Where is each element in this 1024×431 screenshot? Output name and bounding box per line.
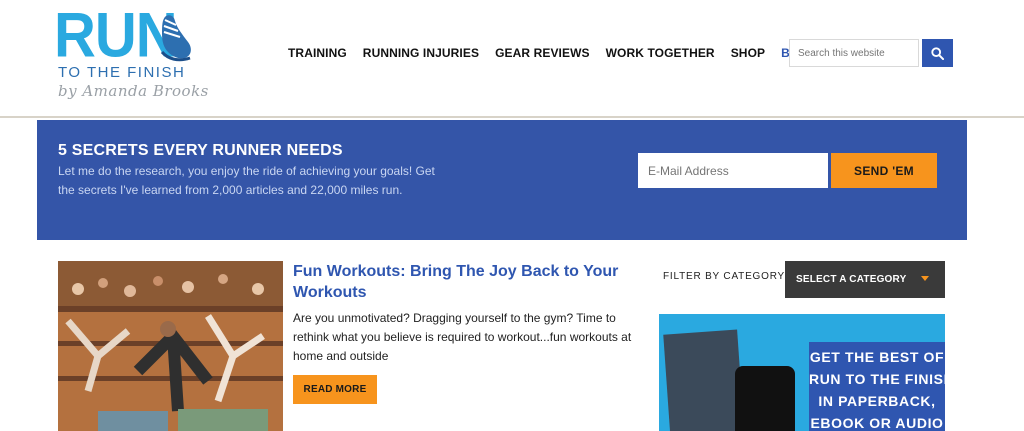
read-more-button[interactable]: READ MORE — [293, 375, 377, 404]
post-excerpt: Are you unmotivated? Dragging yourself t… — [293, 311, 632, 363]
category-select[interactable]: SELECT A CATEGORY — [785, 261, 945, 298]
nav-item-running-injuries[interactable]: RUNNING INJURIES — [363, 46, 479, 60]
ad-line: RUN TO THE FINISH — [809, 371, 945, 387]
banner-text: Let me do the research, you enjoy the ri… — [58, 164, 435, 197]
nav-item-training[interactable]: TRAINING — [288, 46, 347, 60]
running-shoe-icon — [160, 15, 191, 62]
nav-item-shop[interactable]: SHOP — [731, 46, 765, 60]
logo-subtitle: TO THE FINISH — [58, 64, 186, 81]
logo-byline: by Amanda Brooks — [58, 82, 209, 100]
ad-line: GET THE BEST OF — [809, 349, 945, 365]
send-button[interactable]: SEND 'EM — [831, 153, 937, 188]
site-header: RUN TO THE FINISH by Amanda Brooks TRAIN… — [0, 0, 1024, 118]
book-cover-image — [663, 329, 745, 431]
caret-down-icon — [921, 276, 929, 281]
yoga-class-photo — [58, 261, 283, 431]
email-field[interactable] — [638, 153, 828, 188]
nav-item-work-together[interactable]: WORK TOGETHER — [606, 46, 715, 60]
search-icon — [931, 46, 944, 60]
filter-label: FILTER BY CATEGORY — [663, 271, 786, 282]
ad-line: EBOOK OR AUDIO — [810, 415, 944, 431]
category-select-value: SELECT A CATEGORY — [796, 274, 907, 285]
site-logo[interactable]: RUN TO THE FINISH by Amanda Brooks — [52, 3, 208, 106]
ad-text-block: GET THE BEST OF RUN TO THE FINISH IN PAP… — [809, 342, 945, 431]
post-title[interactable]: Fun Workouts: Bring The Joy Back to Your… — [293, 261, 623, 303]
main-nav: TRAINING RUNNING INJURIES GEAR REVIEWS W… — [288, 46, 816, 60]
post-thumbnail[interactable] — [58, 261, 283, 431]
nav-item-gear-reviews[interactable]: GEAR REVIEWS — [495, 46, 590, 60]
search-input[interactable] — [789, 39, 919, 67]
banner-title: 5 SECRETS EVERY RUNNER NEEDS — [58, 142, 343, 159]
search-button[interactable] — [922, 39, 953, 67]
ad-line: IN PAPERBACK, — [818, 393, 936, 409]
phone-image — [735, 366, 795, 431]
newsletter-banner: 5 SECRETS EVERY RUNNER NEEDS Let me do t… — [37, 120, 967, 240]
book-promo-ad[interactable]: GET THE BEST OF RUN TO THE FINISH IN PAP… — [659, 314, 945, 431]
